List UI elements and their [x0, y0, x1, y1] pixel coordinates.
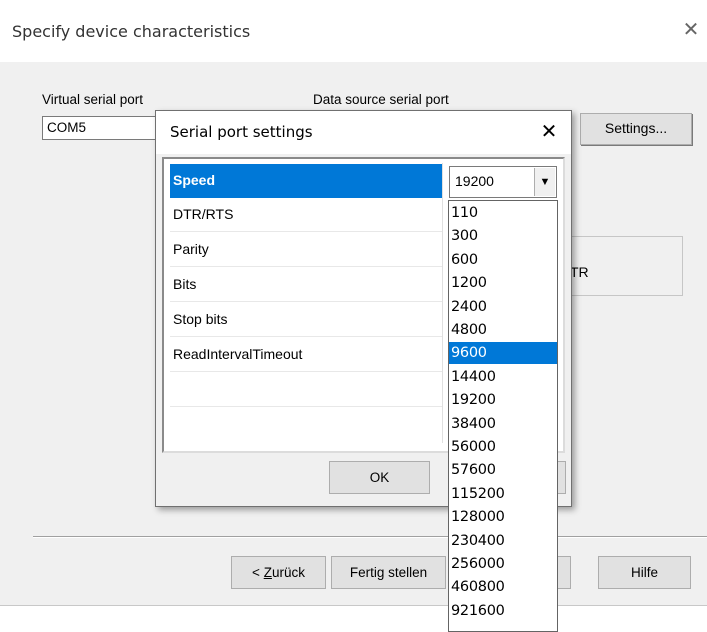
- speed-option-128000[interactable]: 128000: [449, 506, 557, 528]
- settings-button[interactable]: Settings...: [580, 113, 692, 145]
- back-button-prefix: <: [252, 565, 264, 580]
- speed-option-4800[interactable]: 4800: [449, 319, 557, 341]
- speed-option-14400[interactable]: 14400: [449, 366, 557, 388]
- virtual-serial-port-field[interactable]: COM5: [42, 116, 162, 140]
- ok-button[interactable]: OK: [329, 461, 430, 494]
- property-row-stop-bits[interactable]: Stop bits: [170, 303, 442, 337]
- speed-option-38400[interactable]: 38400: [449, 413, 557, 435]
- help-button[interactable]: Hilfe: [598, 556, 691, 589]
- property-row-empty: [170, 373, 442, 407]
- speed-option-19200[interactable]: 19200: [449, 389, 557, 411]
- back-button-mnemonic: Z: [263, 565, 272, 580]
- speed-option-1200[interactable]: 1200: [449, 272, 557, 294]
- property-row-speed[interactable]: Speed: [170, 164, 442, 198]
- speed-option-57600[interactable]: 57600: [449, 459, 557, 481]
- speed-option-115200[interactable]: 115200: [449, 483, 557, 505]
- property-row-read-interval-timeout[interactable]: ReadIntervalTimeout: [170, 338, 442, 372]
- property-row-bits[interactable]: Bits: [170, 268, 442, 302]
- speed-dropdown-list: 110 300 600 1200 2400 4800 9600 14400 19200 38400…: [448, 200, 558, 632]
- close-icon[interactable]: ✕: [536, 118, 562, 144]
- speed-option-110[interactable]: 110: [449, 202, 557, 224]
- close-icon[interactable]: ✕: [680, 18, 702, 40]
- speed-option-921600[interactable]: 921600: [449, 600, 557, 622]
- data-source-serial-port-label: Data source serial port: [313, 92, 449, 107]
- speed-option-300[interactable]: 300: [449, 225, 557, 247]
- finish-button[interactable]: Fertig stellen: [331, 556, 446, 589]
- serial-dialog-title: Serial port settings: [170, 123, 313, 141]
- speed-option-600[interactable]: 600: [449, 249, 557, 271]
- column-divider: [442, 163, 443, 443]
- speed-option-9600[interactable]: 9600: [449, 342, 557, 365]
- property-row-dtr-rts[interactable]: DTR/RTS: [170, 198, 442, 232]
- separator-line: [33, 536, 707, 538]
- speed-option-2400[interactable]: 2400: [449, 296, 557, 318]
- speed-option-256000[interactable]: 256000: [449, 553, 557, 575]
- dtr-option-label[interactable]: TR: [570, 264, 589, 280]
- property-row-empty: [170, 408, 442, 442]
- chevron-down-icon[interactable]: ▼: [534, 168, 555, 196]
- speed-option-56000[interactable]: 56000: [449, 436, 557, 458]
- speed-option-230400[interactable]: 230400: [449, 530, 557, 552]
- back-button[interactable]: < Zurück: [231, 556, 326, 589]
- speed-option-460800[interactable]: 460800: [449, 576, 557, 598]
- dialog-title: Specify device characteristics: [12, 22, 251, 41]
- speed-select-value: 19200: [455, 173, 494, 189]
- virtual-serial-port-label: Virtual serial port: [42, 92, 144, 107]
- back-button-rest: urück: [271, 565, 305, 580]
- property-row-parity[interactable]: Parity: [170, 233, 442, 267]
